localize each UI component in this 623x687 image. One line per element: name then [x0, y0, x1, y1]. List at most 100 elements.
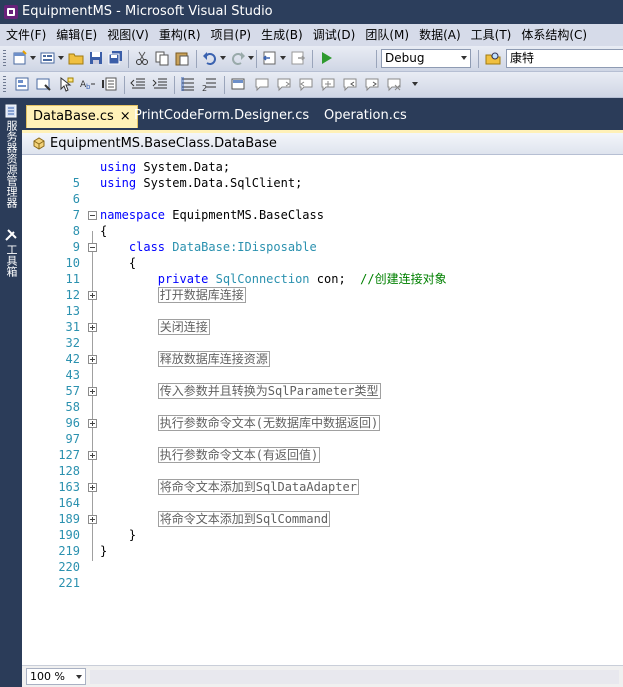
cut-icon[interactable] — [134, 50, 150, 66]
toolbar-grip[interactable] — [3, 50, 6, 68]
previous-bookmark-in-folder-icon[interactable] — [298, 76, 314, 92]
complete-word-icon[interactable]: Ab — [80, 76, 96, 92]
add-item-dropdown-icon[interactable] — [58, 56, 64, 60]
collapse-icon[interactable] — [88, 211, 97, 220]
tab-printcodeform-designer-cs[interactable]: PrintCodeForm.Designer.cs — [128, 105, 315, 128]
menu-view[interactable]: 视图(V) — [102, 24, 154, 46]
comment-lines-icon[interactable] — [180, 76, 196, 92]
menu-team[interactable]: 团队(M) — [360, 24, 414, 46]
find-input[interactable]: 康特 — [506, 49, 623, 68]
expand-icon[interactable] — [88, 451, 97, 460]
expand-icon[interactable] — [88, 483, 97, 492]
code-line: 127 — [22, 431, 623, 462]
object-members-icon[interactable] — [14, 76, 30, 92]
code-line: 97 执行参数命令文本(无数据库中数据返回) — [22, 415, 623, 446]
menu-tools[interactable]: 工具(T) — [466, 24, 517, 46]
undo-dropdown-icon[interactable] — [220, 56, 226, 60]
menu-file[interactable]: 文件(F) — [0, 24, 51, 46]
new-project-icon[interactable] — [12, 50, 28, 66]
navigate-forward-icon[interactable] — [290, 50, 306, 66]
collapse-icon[interactable] — [88, 243, 97, 252]
redo-icon[interactable] — [230, 50, 246, 66]
toolbox-icon[interactable] — [4, 228, 18, 242]
toolbox-tab[interactable]: 工具箱 — [2, 244, 20, 277]
expand-icon[interactable] — [88, 355, 97, 364]
new-project-dropdown-icon[interactable] — [30, 56, 36, 60]
uncomment-lines-icon[interactable]: 2 — [202, 76, 218, 92]
tab-database-cs[interactable]: DataBase.cs × — [26, 105, 138, 128]
navigate-backward-dropdown-icon[interactable] — [280, 56, 286, 60]
zoom-level-select[interactable]: 100 % — [26, 668, 86, 685]
server-explorer-icon[interactable] — [4, 104, 18, 118]
previous-bookmark-icon[interactable] — [254, 76, 270, 92]
horizontal-scrollbar[interactable] — [90, 670, 619, 684]
collapsed-region[interactable]: 将命令文本添加到SqlDataAdapter — [157, 479, 359, 495]
redo-dropdown-icon[interactable] — [248, 56, 254, 60]
collapsed-region[interactable]: 释放数据库连接资源 — [157, 351, 270, 367]
parameter-info-icon[interactable] — [36, 76, 52, 92]
collapsed-region[interactable]: 将命令文本添加到SqlCommand — [157, 511, 331, 527]
code-text: 将命令文本添加到SqlCommand — [100, 511, 331, 527]
collapsed-region[interactable]: 传入参数并且转换为SqlParameter类型 — [157, 383, 381, 399]
previous-bookmark-in-document-icon[interactable] — [342, 76, 358, 92]
next-bookmark-in-document-icon[interactable] — [364, 76, 380, 92]
next-bookmark-in-folder-icon[interactable] — [320, 76, 336, 92]
expand-icon[interactable] — [88, 323, 97, 332]
menu-data[interactable]: 数据(A) — [414, 24, 466, 46]
toolbar-overflow-icon[interactable] — [412, 82, 418, 86]
menu-project[interactable]: 项目(P) — [206, 24, 257, 46]
display-word-completion-icon[interactable] — [102, 76, 118, 92]
code-editor: EquipmentMS.BaseClass.DataBase 5 using S… — [22, 130, 623, 687]
keyword-token: class — [128, 240, 166, 254]
chevron-down-icon[interactable] — [461, 56, 467, 60]
chevron-down-icon[interactable] — [76, 675, 82, 679]
tab-operation-cs[interactable]: Operation.cs — [318, 105, 413, 128]
collapsed-region[interactable]: 打开数据库连接 — [157, 287, 246, 303]
paste-icon[interactable] — [174, 50, 190, 66]
open-file-icon[interactable] — [68, 50, 84, 66]
decrease-indent-icon[interactable] — [130, 76, 146, 92]
solution-configuration-select[interactable]: Debug — [381, 49, 471, 68]
collapsed-region[interactable]: 关闭连接 — [157, 319, 210, 335]
code-text-area[interactable]: 5 using System.Data; 6 using System.Data… — [22, 155, 623, 655]
clear-bookmarks-icon[interactable] — [386, 76, 402, 92]
expand-icon[interactable] — [88, 291, 97, 300]
visual-studio-logo-icon — [4, 5, 18, 19]
menu-build[interactable]: 生成(B) — [256, 24, 308, 46]
next-bookmark-icon[interactable] — [276, 76, 292, 92]
increase-indent-icon[interactable] — [152, 76, 168, 92]
collapsed-region[interactable]: 执行参数命令文本(有返回值) — [157, 447, 321, 463]
quick-info-icon[interactable] — [58, 76, 74, 92]
menu-refactor[interactable]: 重构(R) — [154, 24, 206, 46]
navigate-backward-icon[interactable] — [262, 50, 278, 66]
server-explorer-tab[interactable]: 服务器资源管理器 — [2, 120, 20, 208]
find-in-files-icon[interactable] — [485, 50, 501, 66]
navigation-bar[interactable]: EquipmentMS.BaseClass.DataBase — [22, 133, 623, 155]
toggle-bookmark-icon[interactable] — [230, 76, 246, 92]
code-line: 42 — [22, 335, 623, 366]
save-icon[interactable] — [88, 50, 104, 66]
code-text: } — [100, 527, 136, 543]
expand-icon[interactable] — [88, 387, 97, 396]
copy-icon[interactable] — [154, 50, 170, 66]
line-number: 221 — [58, 576, 80, 590]
menu-debug[interactable]: 调试(D) — [308, 24, 361, 46]
toolbar-grip[interactable] — [3, 76, 6, 94]
save-all-icon[interactable] — [108, 50, 124, 66]
code-line: 128 执行参数命令文本(有返回值) — [22, 447, 623, 478]
collapsed-region[interactable]: 执行参数命令文本(无数据库中数据返回) — [157, 415, 381, 431]
add-item-icon[interactable] — [40, 50, 56, 66]
undo-icon[interactable] — [202, 50, 218, 66]
menu-edit[interactable]: 编辑(E) — [51, 24, 102, 46]
code-line: 31 — [22, 303, 623, 334]
expand-icon[interactable] — [88, 515, 97, 524]
code-line: 10 class DataBase:IDisposable — [22, 239, 623, 270]
type-token: SqlConnection — [215, 272, 310, 286]
navigation-path: EquipmentMS.BaseClass.DataBase — [50, 136, 277, 151]
menu-architecture[interactable]: 体系结构(C) — [516, 24, 592, 46]
code-text: using System.Data; — [100, 159, 230, 175]
start-debugging-icon[interactable] — [318, 50, 334, 66]
code-token: System.Data.SqlClient; — [143, 176, 303, 190]
find-input-value: 康特 — [510, 51, 535, 65]
expand-icon[interactable] — [88, 419, 97, 428]
